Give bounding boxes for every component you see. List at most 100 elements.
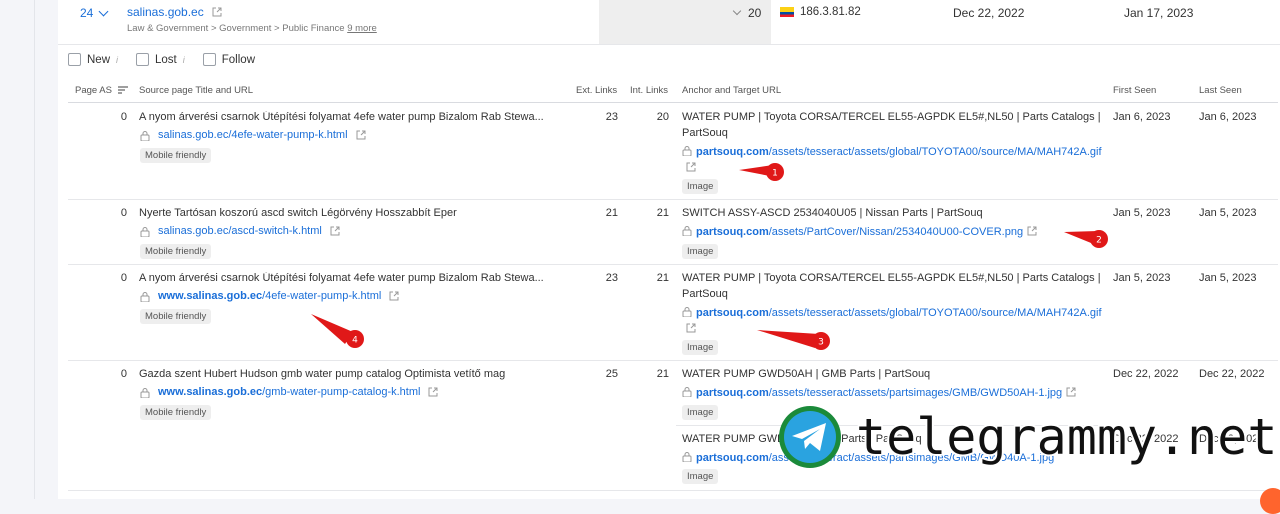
checkbox[interactable]	[202, 53, 216, 66]
checkbox[interactable]	[136, 53, 150, 66]
page-as-value: 0	[120, 368, 127, 380]
domain-category: Law & Government > Government > Public F…	[127, 23, 377, 34]
source-url-link[interactable]: www.salinas.gob.ec/4efe-water-pump-k.htm…	[140, 290, 399, 302]
source-url-link[interactable]: salinas.gob.ec/4efe-water-pump-k.html	[140, 129, 366, 141]
help-widget-icon[interactable]	[1260, 488, 1280, 514]
page-as-value: 0	[120, 272, 127, 284]
annotation-arrow-1: 1	[739, 163, 784, 181]
expand-toggle[interactable]: 24	[80, 6, 109, 20]
watermark: telegrammy.net	[778, 405, 1277, 469]
header-divider	[68, 102, 1278, 103]
int-links-value: 20	[656, 111, 669, 123]
int-links-value: 21	[656, 272, 669, 284]
row-divider	[68, 264, 1278, 265]
filter-lost[interactable]: Lost i	[136, 53, 185, 66]
svg-text:3: 3	[818, 338, 824, 348]
target-url-link[interactable]: partsouq.com/assets/tesseract/assets/par…	[682, 385, 1102, 401]
image-badge: Image	[682, 179, 719, 194]
lock-icon	[682, 146, 692, 156]
image-badge: Image	[682, 469, 719, 484]
external-link-icon[interactable]	[686, 323, 696, 333]
lock-icon	[682, 387, 692, 397]
source-title: A nyom árverési csarnok Útépítési folyam…	[139, 272, 544, 284]
header-page-as[interactable]: Page AS	[75, 85, 128, 96]
int-links-value: 21	[656, 368, 669, 380]
watermark-text: telegrammy.net	[856, 408, 1278, 466]
image-badge: Image	[682, 244, 719, 259]
page-as-value: 0	[120, 111, 127, 123]
image-badge: Image	[682, 340, 719, 355]
anchor-text: WATER PUMP | Toyota CORSA/TERCEL EL55-AG…	[682, 111, 1101, 139]
row-divider	[68, 199, 1278, 200]
divider	[58, 44, 1280, 45]
mobile-friendly-badge: Mobile friendly	[140, 405, 212, 420]
mobile-friendly-badge: Mobile friendly	[140, 309, 212, 324]
lock-icon	[140, 226, 150, 237]
svg-text:1: 1	[772, 169, 778, 179]
last-seen: Dec 22, 2022	[1199, 368, 1265, 380]
svg-text:4: 4	[352, 336, 358, 346]
referring-count: 24	[80, 6, 94, 20]
chevron-down-icon	[98, 6, 109, 16]
external-link-icon[interactable]	[356, 130, 366, 140]
anchor-text: SWITCH ASSY-ASCD 2534040U05 | Nissan Par…	[682, 207, 983, 219]
info-icon[interactable]: i	[183, 55, 185, 65]
mobile-friendly-badge: Mobile friendly	[140, 244, 212, 259]
lock-icon	[682, 226, 692, 236]
int-links-value: 21	[656, 207, 669, 219]
parent-first-seen: Dec 22, 2022	[953, 6, 1025, 20]
filter-new[interactable]: New i	[68, 53, 118, 66]
chevron-down-icon	[732, 6, 742, 16]
header-last-seen[interactable]: Last Seen	[1199, 85, 1242, 96]
filter-bar: New i Lost i Follow	[68, 53, 255, 66]
ext-links-value: 25	[605, 368, 618, 380]
info-icon[interactable]: i	[116, 55, 118, 65]
header-first-seen[interactable]: First Seen	[1113, 85, 1156, 96]
source-url-link[interactable]: www.salinas.gob.ec/gmb-water-pump-catalo…	[140, 386, 438, 398]
row-divider	[68, 490, 1278, 491]
ecuador-flag-icon	[780, 7, 794, 17]
left-gutter	[0, 0, 35, 499]
page-as-value: 0	[120, 207, 127, 219]
checkbox[interactable]	[68, 53, 81, 66]
parent-last-seen: Jan 17, 2023	[1124, 6, 1194, 20]
lock-icon	[682, 452, 692, 462]
header-ext-links[interactable]: Ext. Links	[576, 85, 617, 96]
lock-icon	[140, 291, 150, 302]
filter-follow[interactable]: Follow	[202, 53, 255, 66]
external-link-icon[interactable]	[330, 226, 340, 236]
sort-icon[interactable]	[117, 86, 128, 95]
external-link-icon	[212, 7, 222, 17]
ip-address: 186.3.81.82	[780, 6, 861, 18]
parent-value: 20	[732, 6, 761, 20]
last-seen: Jan 6, 2023	[1199, 111, 1257, 123]
external-link-icon[interactable]	[1027, 226, 1037, 236]
target-url-link[interactable]: partsouq.com/assets/tesseract/assets/glo…	[682, 305, 1102, 337]
domain-text: salinas.gob.ec	[127, 5, 204, 19]
anchor-text: WATER PUMP GWD50AH | GMB Parts | PartSou…	[682, 368, 931, 380]
external-link-icon[interactable]	[428, 387, 438, 397]
row-divider	[68, 360, 1278, 361]
first-seen: Dec 22, 2022	[1113, 368, 1179, 380]
more-categories-link[interactable]: 9 more	[347, 23, 377, 34]
target-url-link[interactable]: partsouq.com/assets/PartCover/Nissan/253…	[682, 224, 1102, 240]
ext-links-value: 21	[605, 207, 618, 219]
first-seen: Jan 5, 2023	[1113, 207, 1171, 219]
header-anchor: Anchor and Target URL	[682, 85, 782, 96]
ext-links-value: 23	[605, 272, 618, 284]
header-int-links[interactable]: Int. Links	[630, 85, 668, 96]
first-seen: Jan 6, 2023	[1113, 111, 1171, 123]
source-title: A nyom árverési csarnok Útépítési folyam…	[139, 111, 544, 123]
parent-domain-link[interactable]: salinas.gob.ec	[127, 5, 222, 19]
mobile-friendly-badge: Mobile friendly	[140, 148, 212, 163]
last-seen: Jan 5, 2023	[1199, 272, 1257, 284]
source-url-link[interactable]: salinas.gob.ec/ascd-switch-k.html	[140, 225, 340, 237]
first-seen: Jan 5, 2023	[1113, 272, 1171, 284]
ext-links-value: 23	[605, 111, 618, 123]
external-link-icon[interactable]	[686, 162, 696, 172]
external-link-icon[interactable]	[1066, 387, 1076, 397]
annotation-arrow-4: 4	[311, 314, 364, 348]
image-badge: Image	[682, 405, 719, 420]
header-source: Source page Title and URL	[139, 85, 254, 96]
external-link-icon[interactable]	[389, 291, 399, 301]
